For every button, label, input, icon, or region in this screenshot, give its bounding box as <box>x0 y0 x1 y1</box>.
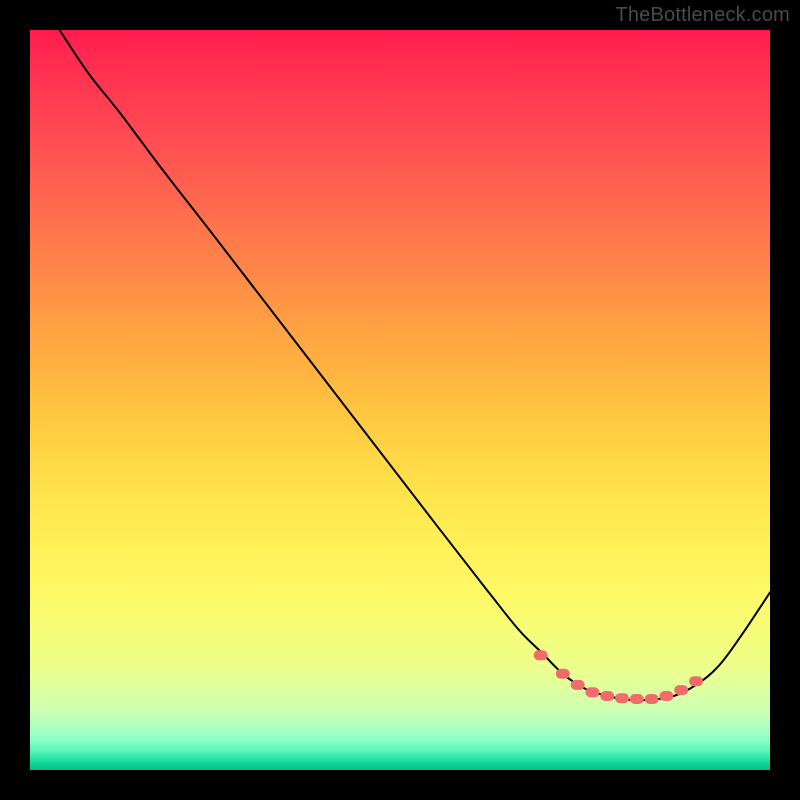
highlight-marker <box>645 694 659 704</box>
bottleneck-curve-line <box>60 30 770 700</box>
highlight-marker <box>659 691 673 701</box>
watermark-text: TheBottleneck.com <box>615 4 790 27</box>
highlight-marker <box>674 685 688 695</box>
highlight-marker <box>571 680 585 690</box>
highlight-marker <box>585 687 599 697</box>
highlight-marker <box>600 691 614 701</box>
chart-container: TheBottleneck.com <box>0 0 800 800</box>
highlight-marker <box>630 694 644 704</box>
chart-svg <box>30 30 770 770</box>
highlight-marker <box>689 676 703 686</box>
highlight-marker <box>615 693 629 703</box>
highlight-markers <box>534 650 703 704</box>
highlight-marker <box>556 669 570 679</box>
highlight-marker <box>534 650 548 660</box>
plot-area <box>30 30 770 770</box>
